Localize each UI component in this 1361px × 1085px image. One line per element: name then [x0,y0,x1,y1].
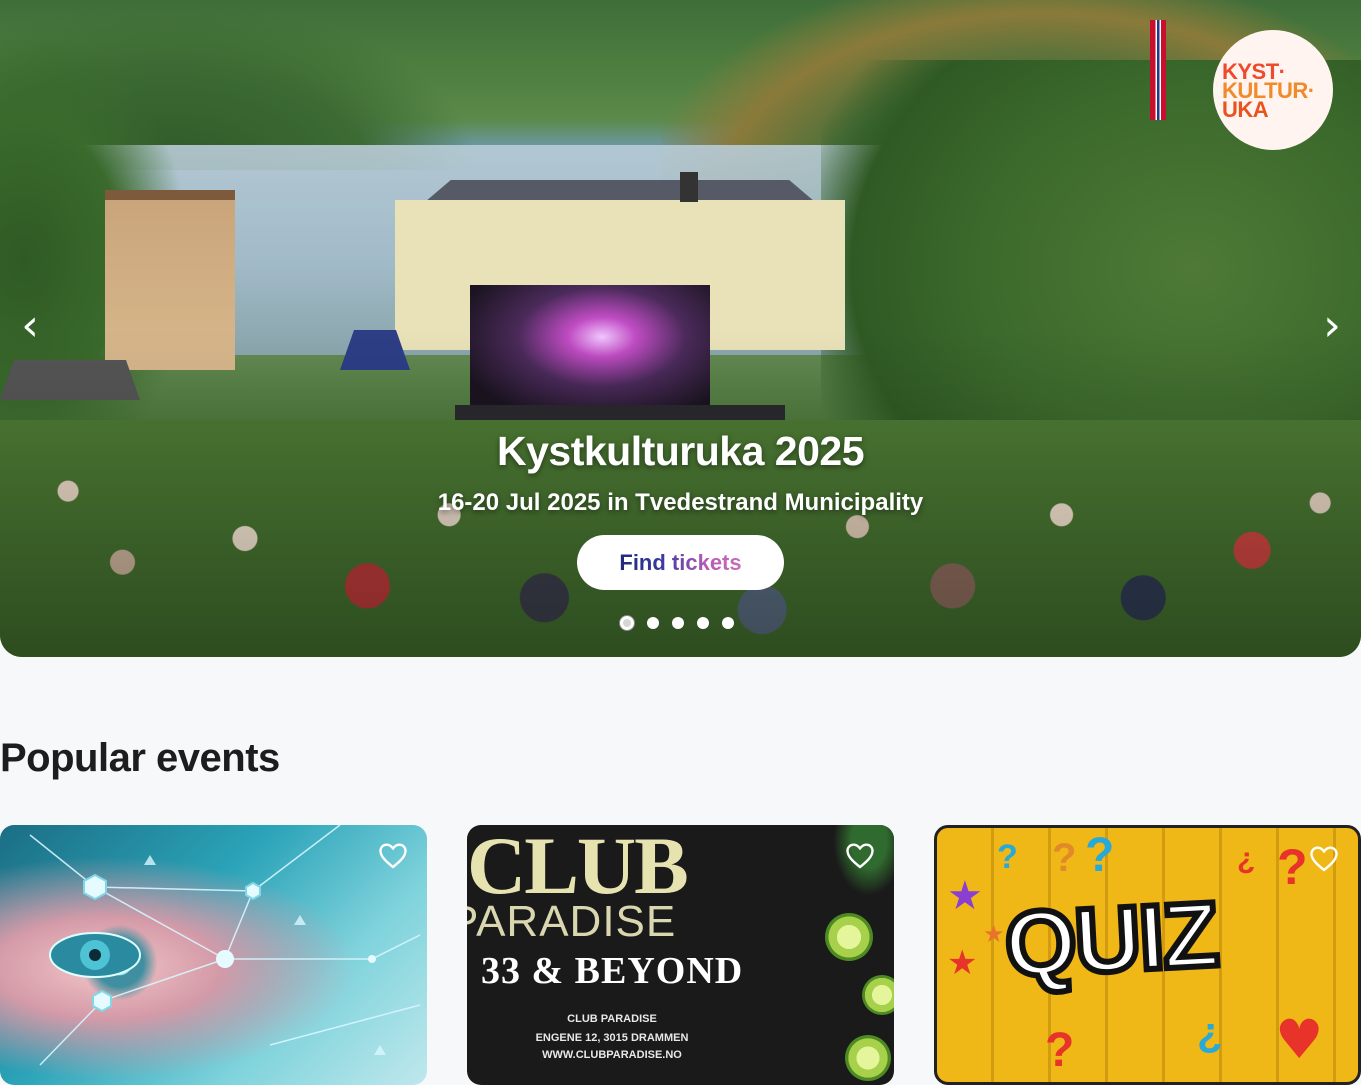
carousel-dot-4[interactable] [697,617,709,629]
carousel-dot-5[interactable] [722,617,734,629]
event-card[interactable]: CLUB PARADISE 33 & BEYOND CLUB PARADISE … [467,825,894,1085]
popular-events-heading: Popular events [0,736,280,780]
carousel-prev-button[interactable]: ‹ [10,304,50,350]
heart-outline-icon [1310,846,1338,872]
carousel-dot-3[interactable] [672,617,684,629]
event-card[interactable] [0,825,427,1085]
carousel-next-button[interactable]: › [1312,304,1352,350]
event-logo: KYST· KULTUR· UKA [1213,30,1333,150]
favorite-button[interactable] [379,843,407,869]
carousel-dot-2[interactable] [647,617,659,629]
lime-slice-image [825,913,873,961]
heart-outline-icon [379,843,407,869]
favorite-button[interactable] [1310,846,1338,872]
carousel-dot-1[interactable] [620,616,634,630]
find-tickets-button[interactable]: Find tickets [577,535,784,590]
digital-eye-network-image [29,825,421,1066]
event-card[interactable]: ? ? ? ? ¿ ? ¿ ★ ★ ★ ♥ QUIZ [934,825,1361,1085]
heart-outline-icon [846,843,874,869]
chevron-left-icon: ‹ [21,300,39,351]
favorite-button[interactable] [846,843,874,869]
chevron-right-icon: › [1323,300,1341,351]
hero-subtitle: 16-20 Jul 2025 in Tvedestrand Municipali… [437,489,924,516]
carousel-indicators [620,614,734,632]
hero-title: Kystkulturuka 2025 [496,428,865,474]
hero-carousel: KYST· KULTUR· UKA ‹ › Kystkulturuka 2025… [0,0,1361,657]
